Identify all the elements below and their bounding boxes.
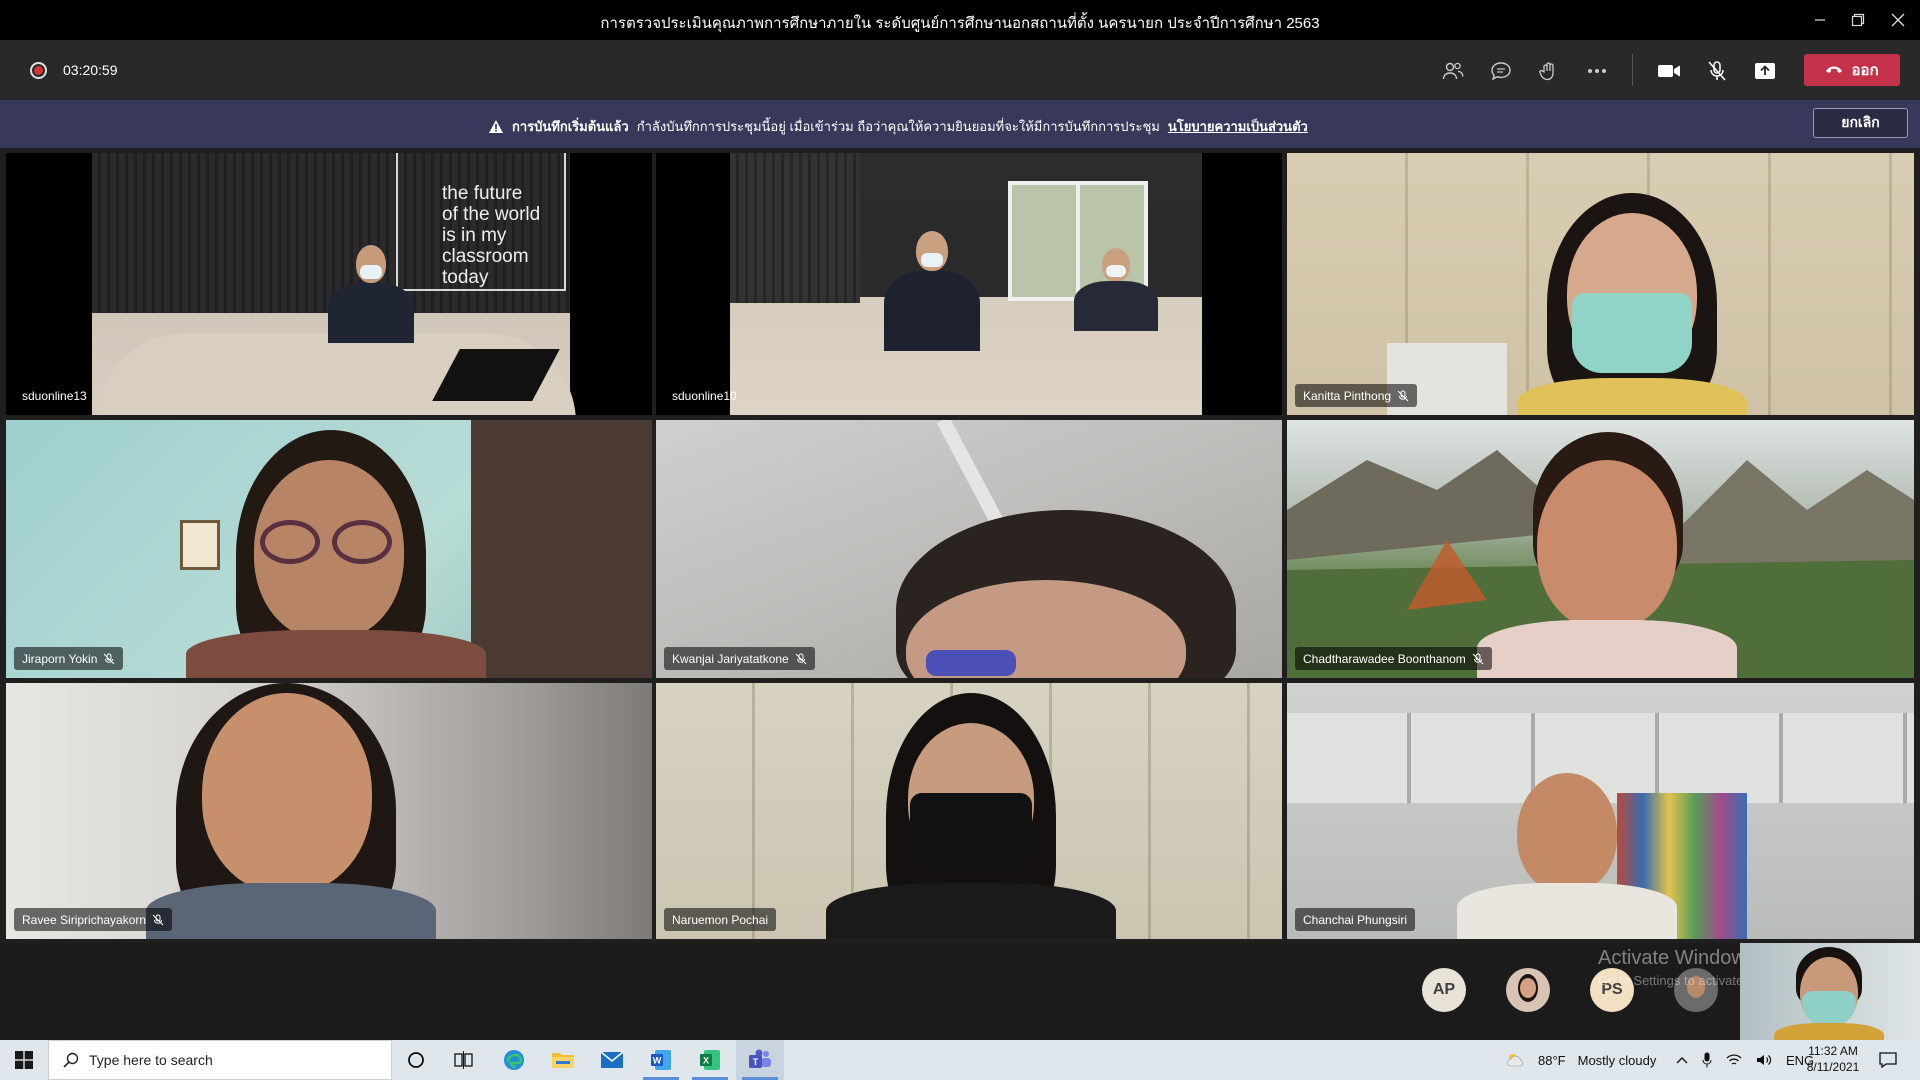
video-tile[interactable]: Chadtharawadee Boonthanom [1287,420,1914,678]
excel-icon[interactable]: X [686,1040,734,1080]
file-explorer-icon[interactable] [539,1040,587,1080]
wifi-icon[interactable] [1726,1053,1742,1067]
mic-off-icon [1472,653,1484,664]
more-icon[interactable] [1582,56,1612,86]
chevron-up-icon[interactable] [1676,1056,1688,1064]
search-placeholder: Type here to search [89,1052,213,1068]
windows-logo-icon [15,1051,33,1069]
clock-date: 8/11/2021 [1806,1060,1860,1074]
meeting-timer: 03:20:59 [63,62,118,78]
chat-icon[interactable] [1486,56,1516,86]
windows-taskbar: Type here to search W X T 88°F Mostly cl… [0,1040,1920,1080]
cancel-recording-notice-button[interactable]: ยกเลิก [1813,108,1908,138]
video-tile[interactable]: Chanchai Phungsiri [1287,683,1914,939]
window-title: การตรวจประเมินคุณภาพการศึกษาภายใน ระดับศ… [600,15,1320,32]
mic-off-icon [1397,390,1409,401]
microphone-icon[interactable] [1702,1052,1712,1068]
video-tile[interactable]: sduonline10 [656,153,1282,415]
recording-banner: การบันทึกเริ่มต้นแล้ว กำลังบันทึกการประช… [0,100,1920,148]
participant-name-label: Kwanjai Jariyatatkone [664,647,815,670]
mic-off-icon [152,914,164,925]
hangup-icon [1826,66,1843,73]
banner-message: กำลังบันทึกการประชุมนี้อยู่ เมื่อเข้าร่ว… [636,119,1160,134]
weather-widget[interactable]: 88°F Mostly cloudy [1506,1040,1656,1080]
participant-avatar[interactable] [1506,968,1550,1012]
room-wall-text: the future of the world is in my classro… [442,183,541,288]
meeting-control-bar: 03:20:59 ออก [0,40,1920,100]
recording-indicator-icon [30,62,47,79]
participant-name-label: sduonline13 [22,388,87,403]
close-icon[interactable] [1884,6,1912,34]
participants-icon[interactable] [1438,56,1468,86]
teams-icon[interactable]: T [736,1040,784,1080]
video-tile[interactable]: the future of the world is in my classro… [6,153,652,415]
privacy-policy-link[interactable]: นโยบายความเป็นส่วนตัว [1168,116,1308,137]
participant-name-label: Naruemon Pochai [664,908,777,931]
video-grid: the future of the world is in my classro… [0,148,1920,943]
word-icon[interactable]: W [637,1040,685,1080]
camera-icon[interactable] [1654,56,1684,86]
restore-icon[interactable] [1844,6,1872,34]
participant-name-label: Jiraporn Yokin [14,647,124,670]
overflow-strip: AP PS Activate Windows Go to Settings to… [0,943,1920,1040]
participant-avatar[interactable]: AP [1422,968,1466,1012]
volume-icon[interactable] [1756,1053,1772,1067]
task-view-icon[interactable] [440,1040,488,1080]
weather-desc: Mostly cloudy [1577,1052,1657,1068]
mic-off-icon [795,653,807,664]
leave-label: ออก [1851,62,1879,79]
edge-browser-icon[interactable] [490,1040,538,1080]
toolbar-divider [1632,54,1633,86]
video-tile[interactable]: Kanitta Pinthong [1287,153,1914,415]
share-icon[interactable] [1750,56,1780,86]
mic-off-icon [104,653,115,664]
mail-icon[interactable] [588,1040,636,1080]
minimize-icon[interactable] [1806,6,1834,34]
svg-text:T: T [753,1057,759,1067]
video-tile[interactable]: Ravee Siriprichayakorn [6,683,652,939]
video-tile[interactable]: Naruemon Pochai [656,683,1282,939]
svg-text:W: W [653,1056,662,1066]
participant-name-label: Chanchai Phungsiri [1295,908,1416,931]
participant-name-label: Kanitta Pinthong [1295,384,1418,407]
video-tile[interactable]: Kwanjai Jariyatatkone [656,420,1282,678]
participant-name-label: Chadtharawadee Boonthanom [1295,647,1492,670]
cloudy-icon [1507,1054,1523,1067]
self-view-video[interactable] [1740,943,1920,1040]
start-button[interactable] [0,1040,48,1080]
clock-time: 11:32 AM [1808,1044,1858,1058]
participant-name-label: sduonline10 [672,388,737,403]
participant-name-label: Ravee Siriprichayakorn [14,908,173,931]
notification-icon[interactable] [1868,1040,1908,1080]
mic-off-icon[interactable] [1702,56,1732,86]
clock[interactable]: 11:32 AM 8/11/2021 [1800,1043,1866,1075]
search-icon [63,1052,79,1068]
leave-button[interactable]: ออก [1804,54,1900,86]
window-titlebar: การตรวจประเมินคุณภาพการศึกษาภายใน ระดับศ… [0,0,1920,40]
video-tile[interactable]: Jiraporn Yokin [6,420,652,678]
weather-temp: 88°F [1538,1052,1566,1068]
taskbar-search-input[interactable]: Type here to search [48,1040,392,1080]
svg-text:X: X [703,1056,709,1066]
warning-icon [489,120,503,133]
activate-windows-title: Activate Windows [1598,947,1756,969]
banner-title: การบันทึกเริ่มต้นแล้ว [512,119,629,134]
reactions-icon[interactable] [1534,56,1564,86]
cortana-icon[interactable] [392,1040,440,1080]
